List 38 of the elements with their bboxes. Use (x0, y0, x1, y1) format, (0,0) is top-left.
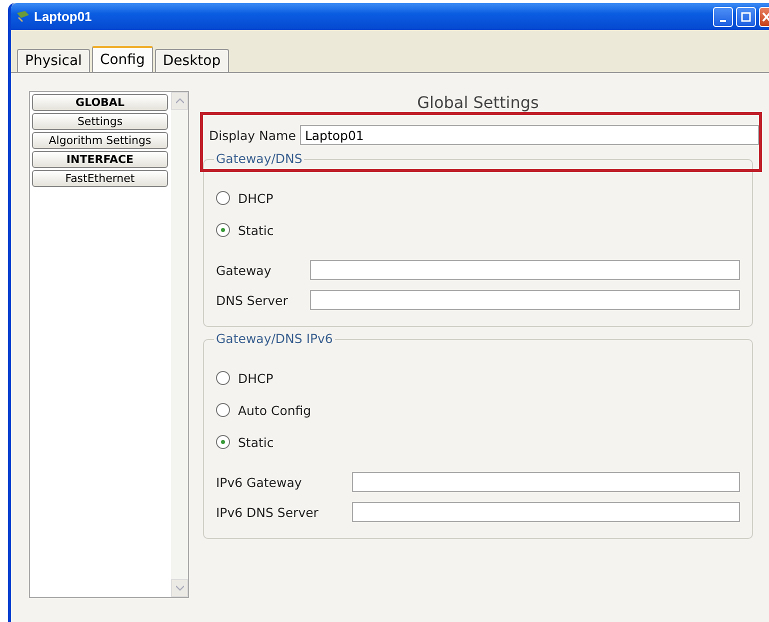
sidebar-header[interactable]: INTERFACE (32, 151, 168, 168)
group-legend: Gateway/DNS IPv6 (214, 331, 335, 346)
radio-label: Static (238, 222, 274, 238)
radio-button[interactable] (216, 223, 230, 237)
radio-button[interactable] (216, 191, 230, 205)
radio-button[interactable] (216, 435, 230, 449)
sidebar-item[interactable]: FastEthernet (32, 170, 168, 187)
radio-label: DHCP (238, 190, 274, 206)
minimize-icon (720, 20, 726, 22)
tab[interactable]: Desktop (154, 49, 229, 72)
sidebar-item[interactable]: Settings (32, 113, 168, 130)
maximize-icon (741, 12, 751, 22)
sidebar-header[interactable]: GLOBAL (32, 94, 168, 111)
tab[interactable]: Config (92, 46, 153, 72)
close-button[interactable] (759, 6, 769, 26)
input-field[interactable] (310, 290, 740, 310)
field-label: IPv6 Gateway (216, 474, 303, 490)
field-label: Display Name (209, 128, 296, 142)
radio-label: DHCP (238, 370, 274, 386)
input-field[interactable] (310, 260, 740, 280)
radio-label: Auto Config (238, 402, 312, 418)
group-legend: Gateway/DNS (214, 151, 304, 166)
input-field[interactable] (352, 472, 740, 492)
sidebar-item[interactable]: Algorithm Settings (32, 132, 168, 149)
field-label: IPv6 DNS Server (216, 504, 320, 520)
panel-title: Global Settings (416, 92, 540, 114)
window-title: Laptop01 (34, 9, 92, 24)
radio-button[interactable] (216, 371, 230, 385)
radio-label: Static (238, 434, 274, 450)
display-name-field[interactable]: Laptop01 (300, 125, 759, 145)
maximize-button[interactable] (736, 6, 756, 26)
close-icon (762, 12, 769, 22)
tab[interactable]: Physical (17, 49, 90, 72)
radio-button[interactable] (216, 403, 230, 417)
field-label: Gateway (216, 262, 272, 278)
field-label: DNS Server (216, 292, 289, 308)
input-field[interactable] (352, 502, 740, 522)
minimize-button[interactable] (713, 6, 733, 26)
